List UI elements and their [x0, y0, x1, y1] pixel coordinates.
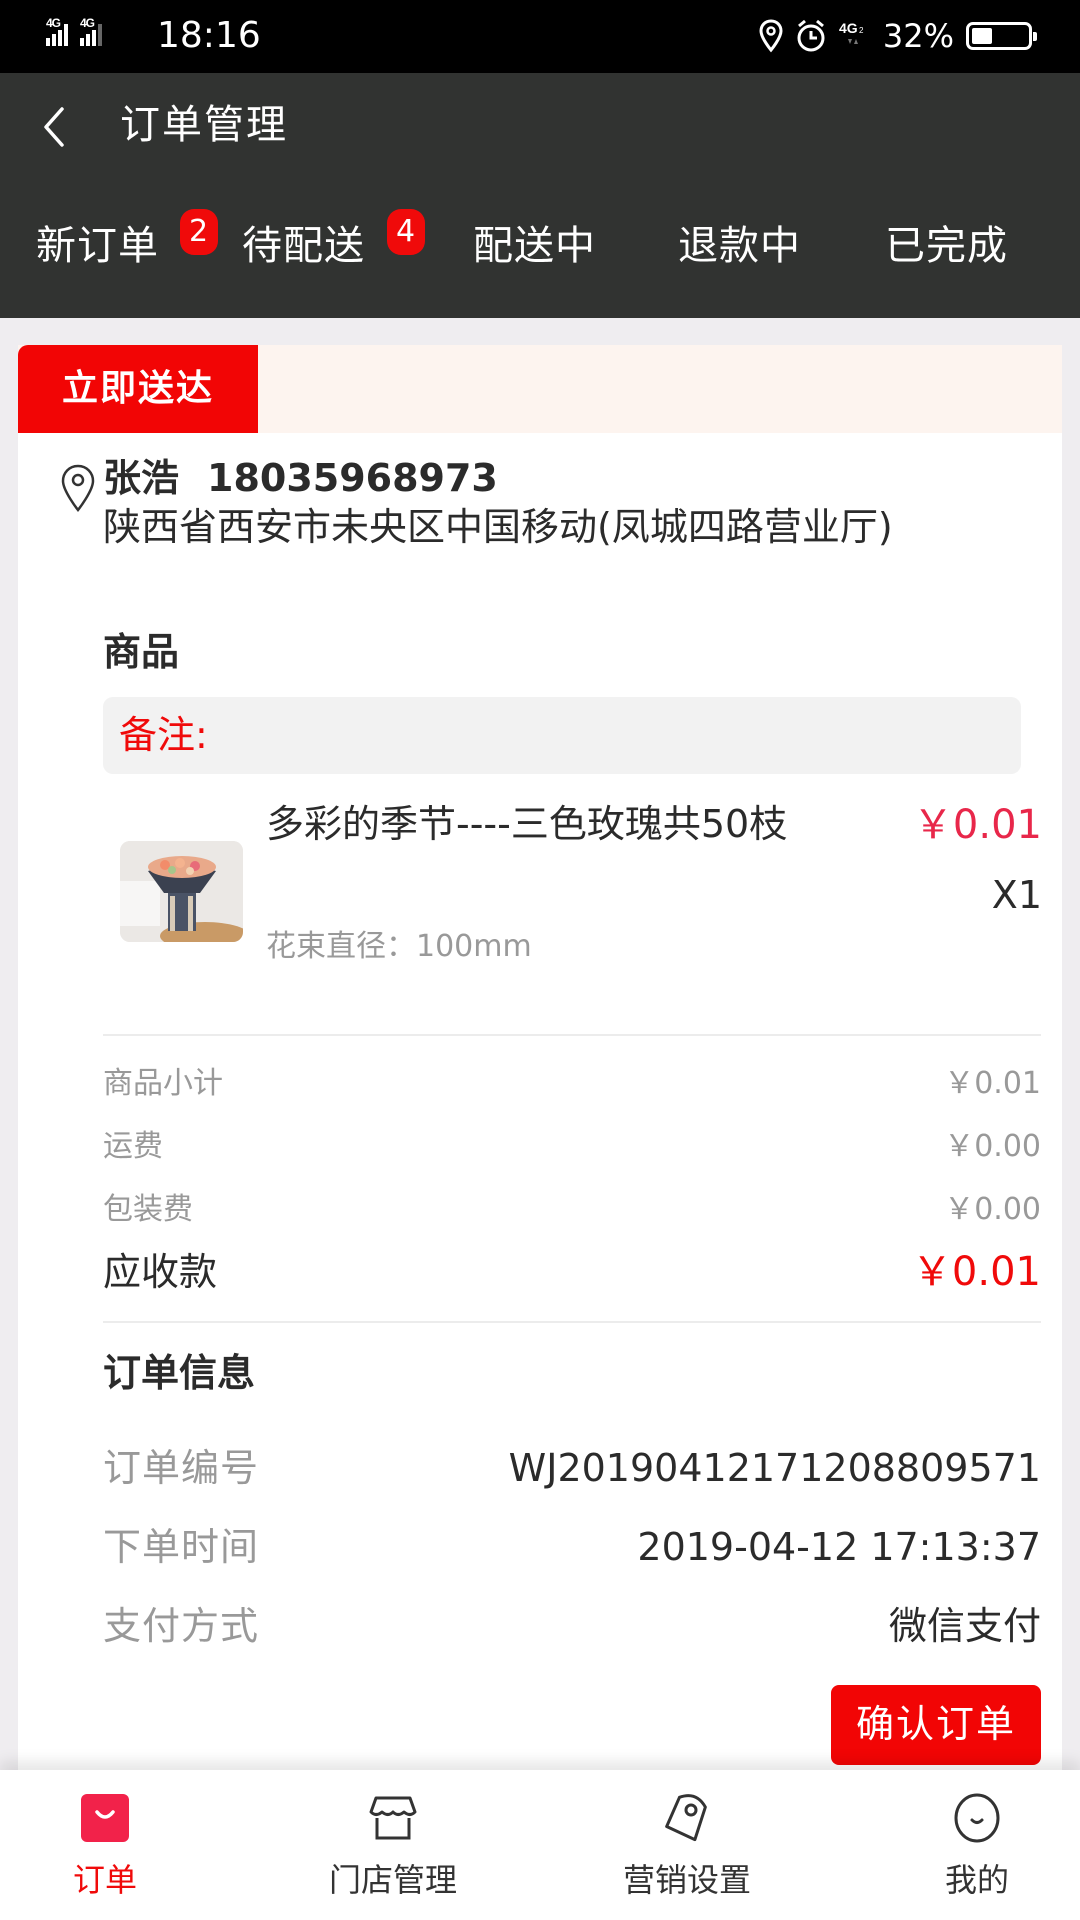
products-section-title: 商品	[103, 630, 180, 674]
signal-icon: 4G 4G	[46, 16, 126, 52]
bottom-navigation: 订单 门店管理 营销设置 我的	[0, 1770, 1080, 1920]
info-label: 订单编号	[103, 1446, 260, 1490]
battery-icon	[966, 22, 1037, 50]
fee-value: ￥0.00	[944, 1192, 1041, 1227]
nav-marketing-settings[interactable]: 营销设置	[552, 1770, 822, 1920]
fee-label: 运费	[103, 1129, 163, 1164]
fee-row-subtotal: 商品小计 ￥0.01	[103, 1059, 1041, 1109]
svg-text:4G: 4G	[46, 16, 61, 30]
nav-label: 营销设置	[622, 1861, 751, 1899]
fee-row-shipping: 运费 ￥0.00	[103, 1122, 1041, 1172]
fee-value: ￥0.01	[944, 1066, 1041, 1101]
app-header: 订单管理 新订单 2 待配送 4 配送中 退款中 已完成	[0, 73, 1080, 363]
order-bag-icon	[81, 1794, 129, 1842]
svg-text:4G: 4G	[80, 16, 95, 30]
order-card: 立即送达 张浩 18035968973 陕西省西安市未央区中国移动(凤城四路营业厅…	[18, 345, 1062, 1775]
product-quantity: X1	[991, 873, 1042, 917]
alarm-icon	[797, 19, 825, 52]
status-bar: 4G 4G 18:16 4G 2 32%	[0, 0, 1080, 73]
svg-text:4G: 4G	[839, 20, 858, 36]
nav-label: 我的	[944, 1861, 1009, 1899]
nav-profile[interactable]: 我的	[842, 1770, 1080, 1920]
network-4g-icon: 4G 2	[839, 20, 864, 44]
order-info-title: 订单信息	[103, 1351, 256, 1395]
product-price: ￥0.01	[912, 802, 1042, 848]
location-icon	[759, 19, 783, 53]
back-button[interactable]	[36, 97, 76, 157]
tab-label: 已完成	[885, 223, 1008, 269]
product-image	[120, 841, 243, 942]
tab-pending-delivery[interactable]: 待配送 4	[242, 209, 425, 271]
nav-label: 门店管理	[328, 1861, 457, 1899]
total-label: 应收款	[103, 1250, 218, 1294]
location-pin-icon	[61, 464, 95, 513]
fee-value: ￥0.00	[944, 1129, 1041, 1164]
smile-profile-icon	[954, 1793, 1000, 1843]
divider	[103, 1321, 1041, 1323]
payment-method: 微信支付	[888, 1604, 1041, 1648]
tag-icon	[665, 1794, 707, 1842]
delivery-type-tag: 立即送达	[18, 345, 258, 433]
fee-row-total: 应收款 ￥0.01	[103, 1247, 1041, 1297]
confirm-order-button[interactable]: 确认订单	[831, 1685, 1041, 1765]
tab-completed[interactable]: 已完成	[885, 221, 1008, 271]
tab-refunding[interactable]: 退款中	[678, 221, 801, 271]
info-label: 下单时间	[103, 1525, 260, 1569]
remark-box: 备注:	[103, 697, 1021, 774]
status-time: 18:16	[157, 15, 261, 56]
nav-orders[interactable]: 订单	[0, 1770, 240, 1920]
total-value: ￥0.01	[911, 1249, 1041, 1295]
svg-text:2: 2	[859, 26, 864, 35]
fee-label: 商品小计	[103, 1066, 223, 1101]
count-badge: 2	[180, 209, 218, 255]
order-time: 2019-04-12 17:13:37	[637, 1525, 1041, 1569]
info-label: 支付方式	[103, 1604, 260, 1648]
tab-label: 配送中	[473, 223, 596, 269]
info-row-order-number: 订单编号 WJ20190412171208809571	[103, 1438, 1041, 1498]
nav-label: 订单	[72, 1861, 137, 1899]
tab-delivering[interactable]: 配送中	[473, 221, 596, 271]
tab-label: 待配送	[242, 223, 365, 269]
remark-label: 备注:	[119, 713, 208, 757]
tab-new-orders[interactable]: 新订单 2	[36, 209, 218, 271]
info-row-payment-method: 支付方式 微信支付	[103, 1596, 1041, 1656]
page-title: 订单管理	[120, 102, 288, 148]
product-spec: 花束直径：100mm	[266, 929, 532, 964]
nav-store-management[interactable]: 门店管理	[258, 1770, 528, 1920]
count-badge: 4	[387, 209, 425, 255]
customer-address: 陕西省西安市未央区中国移动(凤城四路营业厅)	[103, 505, 893, 549]
product-name: 多彩的季节----三色玫瑰共50枝	[266, 802, 788, 846]
order-number: WJ20190412171208809571	[508, 1446, 1041, 1490]
divider	[103, 1034, 1041, 1036]
customer-phone[interactable]: 18035968973	[207, 456, 498, 500]
tab-label: 新订单	[36, 223, 159, 269]
info-row-order-time: 下单时间 2019-04-12 17:13:37	[103, 1517, 1041, 1577]
order-card-header: 立即送达	[18, 345, 1062, 433]
tab-label: 退款中	[678, 223, 801, 269]
order-status-tabs: 新订单 2 待配送 4 配送中 退款中 已完成	[0, 201, 1080, 363]
battery-percent: 32%	[882, 17, 954, 55]
fee-row-packaging: 包装费 ￥0.00	[103, 1185, 1041, 1235]
fee-label: 包装费	[103, 1192, 193, 1227]
store-icon	[369, 1796, 417, 1840]
customer-name: 张浩	[103, 456, 180, 500]
